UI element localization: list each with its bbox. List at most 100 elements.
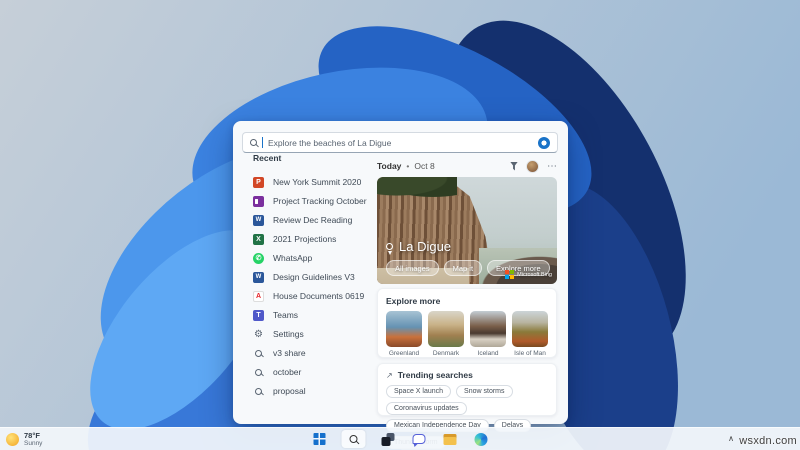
explore-item-label: Greenland bbox=[389, 350, 419, 357]
explore-item-label: Iceland bbox=[478, 350, 499, 357]
folder-icon bbox=[443, 434, 456, 445]
explore-item-iceland[interactable]: Iceland bbox=[470, 311, 506, 357]
location-pin-icon bbox=[386, 243, 393, 250]
edge-button[interactable] bbox=[472, 430, 490, 448]
bullet-separator: • bbox=[406, 161, 409, 171]
recent-item[interactable]: 2021 Projections bbox=[253, 233, 367, 245]
recent-list: New York Summit 2020 Project Tracking Oc… bbox=[253, 176, 367, 397]
windows-logo-icon bbox=[314, 433, 326, 445]
system-tray: ∧ bbox=[728, 427, 734, 450]
search-icon bbox=[350, 435, 358, 443]
search-icon bbox=[255, 350, 262, 357]
trending-pill[interactable]: Space X launch bbox=[386, 385, 451, 398]
all-images-button[interactable]: All images bbox=[386, 260, 439, 276]
map-it-button[interactable]: Map it bbox=[444, 260, 482, 276]
recent-item[interactable]: House Documents 0619 bbox=[253, 290, 367, 302]
recent-item[interactable]: proposal bbox=[253, 385, 367, 397]
pdf-icon bbox=[253, 291, 264, 302]
today-header: Today • Oct 8 ⋯ bbox=[377, 159, 557, 173]
weather-widget[interactable]: 78°F Sunny bbox=[6, 431, 42, 448]
trending-pill[interactable]: Snow storms bbox=[456, 385, 512, 398]
recent-header: Recent bbox=[253, 153, 281, 163]
task-view-button[interactable] bbox=[379, 430, 397, 448]
weather-temperature: 78°F bbox=[24, 431, 42, 440]
recent-item[interactable]: v3 share bbox=[253, 347, 367, 359]
recent-item[interactable]: Project Tracking October bbox=[253, 195, 367, 207]
recent-item[interactable]: Review Dec Reading bbox=[253, 214, 367, 226]
user-avatar[interactable] bbox=[526, 160, 539, 173]
whatsapp-icon bbox=[253, 253, 264, 264]
iceland-thumbnail-image bbox=[470, 311, 506, 347]
search-input[interactable] bbox=[268, 138, 533, 148]
weather-condition: Sunny bbox=[24, 440, 42, 448]
teams-icon bbox=[253, 310, 264, 321]
trending-header: Trending searches bbox=[398, 370, 473, 380]
explore-more-card: Explore more Greenland Denmark Iceland I… bbox=[377, 288, 557, 358]
task-view-icon bbox=[381, 433, 394, 446]
recent-item-label: House Documents 0619 bbox=[273, 291, 364, 301]
explore-item-label: Isle of Man bbox=[514, 350, 546, 357]
recent-item[interactable]: Design Guidelines V3 bbox=[253, 271, 367, 283]
isle-of-man-thumbnail-image bbox=[512, 311, 548, 347]
text-caret bbox=[262, 137, 263, 148]
edge-browser-icon bbox=[474, 433, 487, 446]
hero-vegetation bbox=[377, 177, 457, 199]
filter-icon[interactable] bbox=[510, 162, 518, 171]
recent-item[interactable]: october bbox=[253, 366, 367, 378]
trending-pill[interactable]: Coronavirus updates bbox=[386, 402, 467, 415]
recent-item-label: WhatsApp bbox=[273, 253, 312, 263]
visual-search-icon[interactable] bbox=[538, 137, 550, 149]
denmark-thumbnail-image bbox=[428, 311, 464, 347]
taskbar: 78°F Sunny ∧ bbox=[0, 427, 800, 450]
recent-item-label: New York Summit 2020 bbox=[273, 177, 361, 187]
excel-icon bbox=[253, 234, 264, 245]
explore-item-isle-of-man[interactable]: Isle of Man bbox=[512, 311, 548, 357]
microsoft-logo-icon bbox=[505, 270, 514, 279]
chat-bubble-icon bbox=[412, 434, 425, 444]
recent-item-label: october bbox=[273, 367, 301, 377]
explore-item-label: Denmark bbox=[433, 350, 459, 357]
recent-item-label: Design Guidelines V3 bbox=[273, 272, 355, 282]
file-explorer-button[interactable] bbox=[441, 430, 459, 448]
tray-chevron-up-icon[interactable]: ∧ bbox=[728, 434, 734, 443]
search-box[interactable] bbox=[242, 132, 558, 153]
powerpoint-icon bbox=[253, 177, 264, 188]
explore-thumbnails: Greenland Denmark Iceland Isle of Man bbox=[386, 311, 548, 357]
search-icon bbox=[250, 139, 257, 146]
desktop: Recent New York Summit 2020 Project Trac… bbox=[0, 0, 800, 450]
settings-gear-icon: ⚙ bbox=[253, 329, 264, 340]
hero-card-la-digue[interactable]: La Digue All images Map it Explore more … bbox=[377, 177, 557, 284]
recent-item-label: Review Dec Reading bbox=[273, 215, 352, 225]
explore-item-greenland[interactable]: Greenland bbox=[386, 311, 422, 357]
word-icon bbox=[253, 272, 264, 283]
taskbar-search-button[interactable] bbox=[342, 430, 366, 448]
trending-icon: ↗ bbox=[386, 371, 393, 380]
hero-location: La Digue bbox=[386, 239, 451, 254]
watermark: wsxdn.com bbox=[739, 435, 797, 447]
recent-item-label: Project Tracking October bbox=[273, 196, 367, 206]
recent-item[interactable]: New York Summit 2020 bbox=[253, 176, 367, 188]
recent-item-label: 2021 Projections bbox=[273, 234, 336, 244]
recent-item-label: v3 share bbox=[273, 348, 306, 358]
chat-button[interactable] bbox=[410, 430, 428, 448]
search-panel: Recent New York Summit 2020 Project Trac… bbox=[233, 121, 568, 424]
taskbar-center-icons bbox=[311, 428, 490, 450]
recent-item[interactable]: WhatsApp bbox=[253, 252, 367, 264]
search-icon bbox=[255, 369, 262, 376]
sunny-weather-icon bbox=[6, 433, 19, 446]
explore-header: Explore more bbox=[386, 296, 548, 306]
more-options-icon[interactable]: ⋯ bbox=[547, 164, 557, 169]
search-icon bbox=[255, 388, 262, 395]
onenote-icon bbox=[253, 196, 264, 207]
today-date: Oct 8 bbox=[414, 161, 434, 171]
start-button[interactable] bbox=[311, 430, 329, 448]
bing-brand-label: Microsoft Bing bbox=[517, 272, 552, 278]
recent-item[interactable]: Teams bbox=[253, 309, 367, 321]
recent-item-label: Teams bbox=[273, 310, 298, 320]
hero-location-label: La Digue bbox=[399, 239, 451, 254]
recent-item-label: Settings bbox=[273, 329, 304, 339]
word-icon bbox=[253, 215, 264, 226]
trending-card: ↗ Trending searches Space X launch Snow … bbox=[377, 363, 557, 416]
explore-item-denmark[interactable]: Denmark bbox=[428, 311, 464, 357]
recent-item[interactable]: ⚙ Settings bbox=[253, 328, 367, 340]
